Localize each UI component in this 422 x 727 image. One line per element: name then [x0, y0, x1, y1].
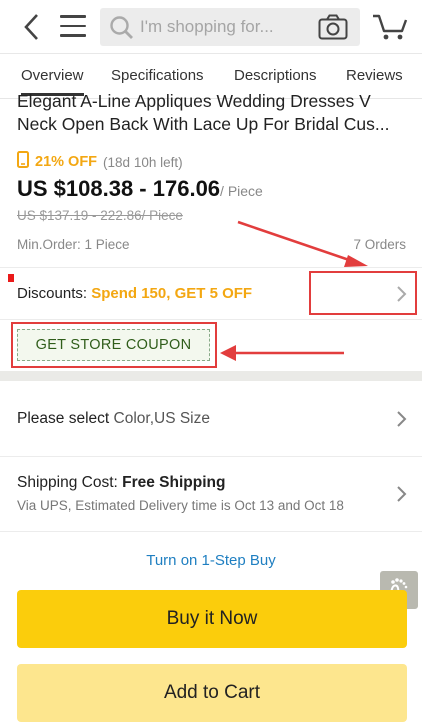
one-step-buy-link[interactable]: Turn on 1-Step Buy	[0, 552, 422, 569]
chevron-right-icon[interactable]	[396, 410, 407, 433]
shipping-label: Shipping Cost:	[17, 474, 118, 491]
buy-now-button[interactable]: Buy it Now	[17, 590, 407, 648]
select-options-row[interactable]: Please select Color,US Size	[17, 410, 210, 428]
shipping-row[interactable]: Shipping Cost: Free Shipping	[17, 474, 225, 492]
chevron-right-icon[interactable]	[396, 485, 407, 508]
section-divider	[0, 371, 422, 381]
divider	[0, 456, 422, 457]
select-value: Color,US Size	[113, 410, 210, 427]
divider	[0, 531, 422, 532]
shipping-detail: Via UPS, Estimated Delivery time is Oct …	[17, 498, 344, 513]
add-to-cart-button[interactable]: Add to Cart	[17, 664, 407, 722]
shipping-value: Free Shipping	[122, 474, 226, 491]
select-label: Please select	[17, 410, 110, 427]
